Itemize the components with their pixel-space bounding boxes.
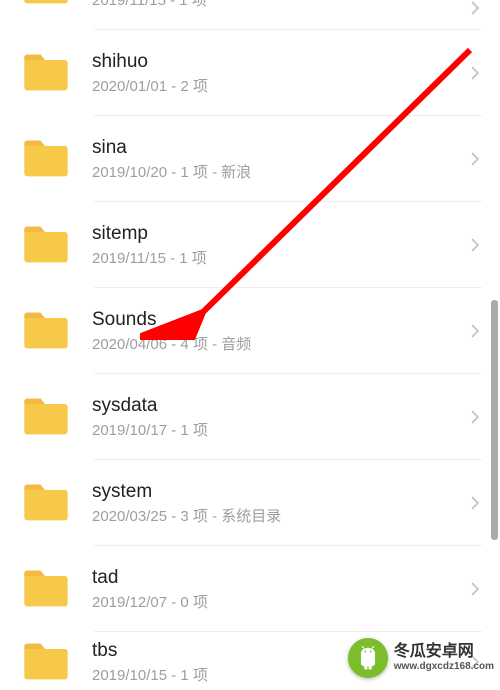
scrollbar[interactable] — [491, 300, 498, 540]
folder-icon — [20, 133, 72, 185]
folder-title: shihuo — [92, 50, 464, 74]
folder-content: system 2020/03/25 - 3 项 - 系统目录 — [92, 480, 464, 526]
folder-row[interactable]: sysdata 2019/10/17 - 1 项 — [0, 374, 500, 460]
chevron-right-icon — [464, 151, 486, 167]
watermark: 冬瓜安卓网 www.dgxcdz168.com — [348, 638, 494, 678]
android-icon — [348, 638, 388, 678]
folder-icon — [20, 636, 72, 688]
folder-content: 2019/11/15 - 1 项 — [92, 0, 464, 10]
folder-icon — [20, 219, 72, 271]
watermark-url: www.dgxcdz168.com — [394, 661, 494, 673]
folder-icon — [20, 477, 72, 529]
folder-row[interactable]: Sounds 2020/04/06 - 4 项 - 音频 — [0, 288, 500, 374]
folder-content: sysdata 2019/10/17 - 1 项 — [92, 394, 464, 440]
folder-icon — [20, 305, 72, 357]
chevron-right-icon — [464, 495, 486, 511]
folder-meta: 2019/10/20 - 1 项 - 新浪 — [92, 164, 464, 182]
folder-content: Sounds 2020/04/06 - 4 项 - 音频 — [92, 308, 464, 354]
folder-row[interactable]: 2019/11/15 - 1 项 — [0, 0, 500, 30]
folder-row[interactable]: sina 2019/10/20 - 1 项 - 新浪 — [0, 116, 500, 202]
folder-row[interactable]: shihuo 2020/01/01 - 2 项 — [0, 30, 500, 116]
folder-content: shihuo 2020/01/01 - 2 项 — [92, 50, 464, 96]
folder-row[interactable]: tad 2019/12/07 - 0 项 — [0, 546, 500, 632]
chevron-right-icon — [464, 323, 486, 339]
folder-row[interactable]: system 2020/03/25 - 3 项 - 系统目录 — [0, 460, 500, 546]
folder-meta: 2019/11/15 - 1 项 — [92, 250, 464, 268]
folder-meta: 2019/11/15 - 1 项 — [92, 0, 464, 10]
chevron-right-icon — [464, 65, 486, 81]
folder-icon — [20, 47, 72, 99]
watermark-text: 冬瓜安卓网 www.dgxcdz168.com — [394, 643, 494, 673]
scrollbar-thumb[interactable] — [491, 300, 498, 540]
folder-title: sitemp — [92, 222, 464, 246]
folder-content: tad 2019/12/07 - 0 项 — [92, 566, 464, 612]
chevron-right-icon — [464, 237, 486, 253]
folder-title: sina — [92, 136, 464, 160]
folder-title: system — [92, 480, 464, 504]
folder-icon — [20, 563, 72, 615]
folder-title: sysdata — [92, 394, 464, 418]
folder-meta: 2019/10/17 - 1 项 — [92, 422, 464, 440]
chevron-right-icon — [464, 581, 486, 597]
folder-list: 2019/11/15 - 1 项 shihuo 2020/01/01 - 2 项… — [0, 0, 500, 690]
folder-content: sina 2019/10/20 - 1 项 - 新浪 — [92, 136, 464, 182]
chevron-right-icon — [464, 409, 486, 425]
folder-row[interactable]: sitemp 2019/11/15 - 1 项 — [0, 202, 500, 288]
folder-title: tad — [92, 566, 464, 590]
folder-meta: 2020/03/25 - 3 项 - 系统目录 — [92, 508, 464, 526]
folder-meta: 2019/12/07 - 0 项 — [92, 594, 464, 612]
chevron-right-icon — [464, 0, 486, 16]
folder-title: Sounds — [92, 308, 464, 332]
folder-meta: 2020/04/06 - 4 项 - 音频 — [92, 336, 464, 354]
folder-meta: 2020/01/01 - 2 项 — [92, 78, 464, 96]
watermark-title: 冬瓜安卓网 — [394, 643, 494, 661]
folder-icon — [20, 0, 72, 12]
folder-content: sitemp 2019/11/15 - 1 项 — [92, 222, 464, 268]
folder-icon — [20, 391, 72, 443]
